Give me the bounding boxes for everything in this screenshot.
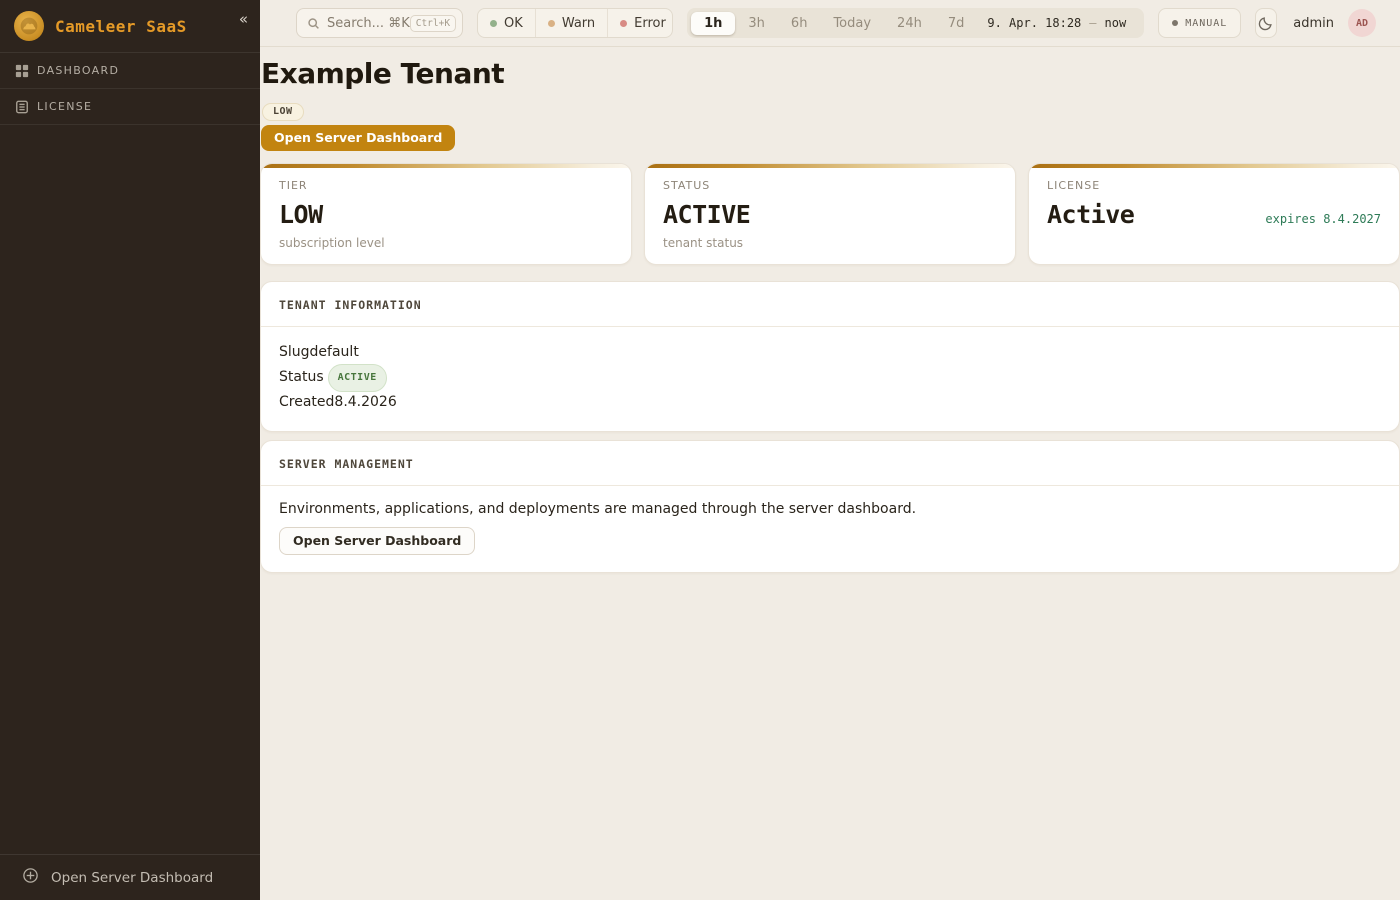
- app-logo: [14, 11, 44, 41]
- time-separator: —: [1089, 16, 1096, 30]
- document-icon: [14, 99, 30, 115]
- globe-plus-icon: [22, 867, 39, 888]
- time-range-1h[interactable]: 1h: [691, 12, 735, 35]
- sidebar-item-label: DASHBOARD: [37, 64, 119, 77]
- sidebar-spacer: [0, 125, 260, 854]
- license-card-label: LICENSE: [1047, 179, 1381, 192]
- tier-card-value: LOW: [279, 200, 323, 229]
- tenant-information-header: TENANT INFORMATION: [261, 282, 1399, 327]
- status-filter-error[interactable]: Error: [608, 9, 673, 37]
- page-content: Example Tenant LOW Open Server Dashboard…: [260, 47, 1400, 900]
- search-placeholder: Search... ⌘K: [327, 16, 410, 31]
- tenant-created-row: Created8.4.2026: [279, 392, 1381, 414]
- time-range-today[interactable]: Today: [820, 12, 884, 35]
- time-range-3h[interactable]: 3h: [735, 12, 778, 35]
- avatar[interactable]: AD: [1348, 9, 1376, 37]
- time-end: now: [1105, 16, 1127, 30]
- status-card: STATUS ACTIVE tenant status: [644, 163, 1016, 265]
- status-filter-warn[interactable]: Warn: [536, 9, 608, 37]
- dark-mode-toggle[interactable]: [1255, 8, 1277, 38]
- status-filter-group: OK Warn Error Running: [477, 8, 673, 38]
- server-management-description: Environments, applications, and deployme…: [279, 501, 1381, 517]
- manual-label: MANUAL: [1185, 18, 1227, 29]
- tier-card-sub: subscription level: [279, 236, 613, 250]
- tier-badge: LOW: [262, 103, 304, 121]
- search-input[interactable]: Search... ⌘K Ctrl+K: [296, 8, 463, 38]
- sidebar-open-server-dashboard[interactable]: Open Server Dashboard: [0, 854, 260, 900]
- tier-card-label: TIER: [279, 179, 613, 192]
- manual-refresh-button[interactable]: MANUAL: [1158, 8, 1241, 38]
- moon-icon: [1258, 15, 1274, 31]
- time-start: 9. Apr. 18:28: [987, 16, 1081, 30]
- status-filter-label: Error: [634, 16, 666, 31]
- status-card-label: STATUS: [663, 179, 997, 192]
- status-filter-label: Warn: [562, 16, 595, 31]
- time-range-group: 1h 3h 6h Today 24h 7d 9. Apr. 18:28 — no…: [687, 8, 1144, 38]
- sidebar-collapse-button[interactable]: «: [239, 12, 246, 27]
- tenant-information-panel: TENANT INFORMATION Slugdefault StatusACT…: [260, 281, 1400, 432]
- sidebar-item-dashboard[interactable]: DASHBOARD: [0, 53, 260, 89]
- error-dot-icon: [620, 20, 627, 27]
- camel-icon: [19, 16, 39, 36]
- ok-dot-icon: [490, 20, 497, 27]
- sidebar-header: Cameleer SaaS «: [0, 0, 260, 53]
- status-filter-ok[interactable]: OK: [478, 9, 536, 37]
- status-card-value: ACTIVE: [663, 200, 750, 229]
- status-label: Status: [279, 367, 324, 389]
- app-title: Cameleer SaaS: [55, 17, 239, 36]
- sidebar: Cameleer SaaS « DASHBOARD LICENSE: [0, 0, 260, 900]
- time-range-7d[interactable]: 7d: [935, 12, 978, 35]
- created-value: 8.4.2026: [334, 392, 396, 414]
- topbar: Search... ⌘K Ctrl+K OK Warn Error Runnin…: [260, 0, 1400, 47]
- search-shortcut-chip: Ctrl+K: [410, 15, 456, 32]
- search-icon: [307, 17, 320, 30]
- warn-dot-icon: [548, 20, 555, 27]
- stat-card-grid: TIER LOW subscription level STATUS ACTIV…: [260, 163, 1400, 265]
- license-card: LICENSE Active expires 8.4.2027: [1028, 163, 1400, 265]
- tenant-slug-row: Slugdefault: [279, 342, 1381, 364]
- server-management-panel: SERVER MANAGEMENT Environments, applicat…: [260, 440, 1400, 573]
- slug-label: Slug: [279, 342, 310, 364]
- slug-value: default: [310, 342, 359, 364]
- manual-dot-icon: [1172, 20, 1178, 26]
- user-name[interactable]: admin: [1293, 16, 1334, 31]
- time-range-6h[interactable]: 6h: [778, 12, 821, 35]
- license-card-value: Active: [1047, 200, 1134, 229]
- created-label: Created: [279, 392, 334, 414]
- status-badge: ACTIVE: [328, 364, 387, 393]
- tier-card: TIER LOW subscription level: [260, 163, 632, 265]
- tenant-status-row: StatusACTIVE: [279, 364, 1381, 393]
- time-display[interactable]: 9. Apr. 18:28 — now: [977, 16, 1140, 30]
- license-expiry: expires 8.4.2027: [1265, 212, 1381, 226]
- time-range-24h[interactable]: 24h: [884, 12, 935, 35]
- sidebar-item-license[interactable]: LICENSE: [0, 89, 260, 125]
- status-card-sub: tenant status: [663, 236, 997, 250]
- open-server-dashboard-button[interactable]: Open Server Dashboard: [261, 125, 455, 151]
- main-column: Search... ⌘K Ctrl+K OK Warn Error Runnin…: [260, 0, 1400, 900]
- page-title: Example Tenant: [261, 57, 1400, 90]
- grid-icon: [14, 63, 30, 79]
- status-filter-label: OK: [504, 16, 523, 31]
- server-management-header: SERVER MANAGEMENT: [261, 441, 1399, 486]
- sidebar-footer-label: Open Server Dashboard: [51, 870, 213, 886]
- sidebar-item-label: LICENSE: [37, 100, 92, 113]
- open-server-dashboard-secondary-button[interactable]: Open Server Dashboard: [279, 527, 475, 555]
